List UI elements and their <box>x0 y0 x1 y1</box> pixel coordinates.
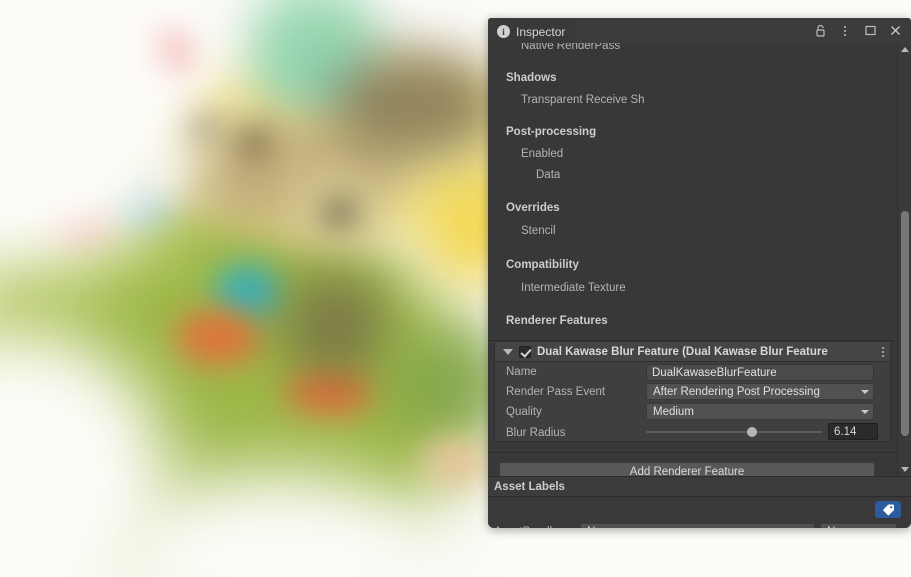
blur-radius-value-input[interactable]: 6.14 <box>828 423 878 440</box>
assetbundle-variant-dropdown[interactable]: None <box>820 523 897 528</box>
scene-blob <box>280 270 390 380</box>
scene-blob <box>420 440 490 485</box>
inspector-scrollbar[interactable] <box>897 43 911 476</box>
section-header-post-processing: Post-processing <box>506 126 597 138</box>
scene-blob <box>325 200 355 225</box>
blur-radius-slider[interactable] <box>646 424 822 440</box>
close-icon[interactable] <box>888 24 902 38</box>
row-blur-radius: Blur Radius 6.14 <box>495 422 890 443</box>
info-icon: i <box>497 25 510 38</box>
inspector-scroll-viewport: Native RenderPass Shadows Transparent Re… <box>488 43 897 476</box>
slider-handle[interactable] <box>746 427 757 437</box>
section-header-shadows: Shadows <box>506 72 557 84</box>
postprocessing-data-label: Data <box>536 169 561 181</box>
scene-blob <box>175 310 260 365</box>
foldout-expanded-icon[interactable] <box>503 348 513 355</box>
native-renderpass-label: Native RenderPass <box>521 43 621 52</box>
assetbundle-name-dropdown[interactable]: None <box>580 523 815 528</box>
row-intermediate-texture: Intermediate Texture Always <box>488 276 897 299</box>
row-render-pass-event: Render Pass Event After Rendering Post P… <box>495 382 890 402</box>
kebab-menu-icon[interactable] <box>838 24 852 38</box>
row-feature-name: Name DualKawaseBlurFeature <box>495 362 890 382</box>
scene-blob <box>330 50 500 160</box>
stencil-label: Stencil <box>521 224 556 237</box>
window-controls <box>813 18 911 43</box>
intermediate-texture-label: Intermediate Texture <box>521 281 626 294</box>
quality-dropdown[interactable]: Medium <box>646 403 874 420</box>
renderer-feature-title: Dual Kawase Blur Feature (Dual Kawase Bl… <box>537 345 828 358</box>
scroll-down-arrow-icon[interactable] <box>898 463 911 476</box>
chevron-down-icon <box>861 389 869 394</box>
inspector-titlebar: i Inspector <box>488 18 911 43</box>
scene-blob <box>235 130 270 155</box>
inspector-window: i Inspector Native RenderPass Shadows Tr… <box>488 18 911 528</box>
blur-radius-label: Blur Radius <box>506 426 566 439</box>
section-header-compatibility: Compatibility <box>506 259 579 271</box>
tab-inspector[interactable]: i Inspector <box>488 20 578 43</box>
blur-radius-value: 6.14 <box>834 425 857 438</box>
quality-value: Medium <box>653 405 694 418</box>
row-postprocessing-data: Data PostProcessData (Post Process Da <box>488 164 897 186</box>
assetbundle-row: AssetBundle None None <box>488 523 911 528</box>
add-renderer-feature-button[interactable]: Add Renderer Feature <box>499 462 875 476</box>
row-postprocessing-enabled: Enabled <box>488 143 897 164</box>
asset-labels-header[interactable]: Asset Labels <box>488 476 911 497</box>
renderer-feature-card: Dual Kawase Blur Feature (Dual Kawase Bl… <box>494 341 891 442</box>
render-pass-event-value: After Rendering Post Processing <box>653 385 820 398</box>
row-quality: Quality Medium <box>495 402 890 422</box>
assetbundle-name-value: None <box>587 526 798 528</box>
scrollbar-thumb[interactable] <box>901 211 909 436</box>
feature-name-input[interactable]: DualKawaseBlurFeature <box>646 364 874 381</box>
asset-labels-footer: AssetBundle None None <box>488 497 911 528</box>
assetbundle-variant-value: None <box>827 526 880 528</box>
tab-inspector-label: Inspector <box>516 24 566 39</box>
postprocessing-enabled-label: Enabled <box>521 147 564 160</box>
titlebar-spacer <box>577 18 813 43</box>
feature-name-value: DualKawaseBlurFeature <box>652 366 777 379</box>
row-transparent-receive-shadows: Transparent Receive Sh <box>488 89 897 111</box>
scroll-up-arrow-icon[interactable] <box>898 43 911 56</box>
inspector-content: Native RenderPass Shadows Transparent Re… <box>488 43 897 476</box>
feature-name-label: Name <box>506 366 537 378</box>
lock-icon[interactable] <box>813 24 827 38</box>
assetbundle-label: AssetBundle <box>488 526 580 528</box>
row-stencil: Stencil <box>488 219 897 242</box>
quality-label: Quality <box>506 406 542 418</box>
chevron-down-icon <box>861 409 869 414</box>
slider-track <box>646 431 822 433</box>
render-pass-event-label: Render Pass Event <box>506 386 606 398</box>
renderer-feature-header[interactable]: Dual Kawase Blur Feature (Dual Kawase Bl… <box>495 342 890 362</box>
maximize-icon[interactable] <box>863 24 877 38</box>
section-header-overrides: Overrides <box>506 202 560 214</box>
asset-labels-label: Asset Labels <box>494 480 565 493</box>
renderer-feature-enabled-checkbox[interactable] <box>519 345 531 358</box>
divider <box>488 452 897 453</box>
inspector-body: Native RenderPass Shadows Transparent Re… <box>488 43 911 476</box>
row-native-renderpass: Native RenderPass <box>488 43 897 57</box>
transparent-receive-shadows-label: Transparent Receive Sh <box>521 94 645 106</box>
renderer-feature-menu-icon[interactable] <box>882 346 884 357</box>
render-pass-event-dropdown[interactable]: After Rendering Post Processing <box>646 383 874 400</box>
label-tag-icon[interactable] <box>875 501 901 518</box>
section-header-renderer-features: Renderer Features <box>506 315 608 327</box>
add-renderer-feature-label: Add Renderer Feature <box>629 465 745 477</box>
